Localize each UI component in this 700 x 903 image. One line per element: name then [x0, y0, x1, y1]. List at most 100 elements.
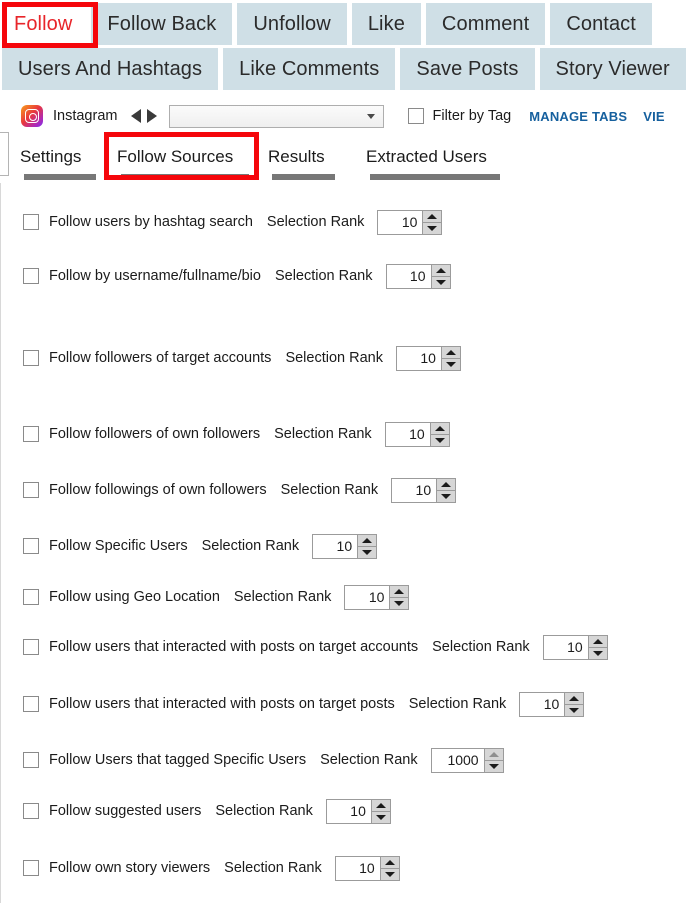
selection-rank-stepper[interactable]: 10: [395, 345, 461, 371]
source-checkbox[interactable]: [23, 538, 39, 554]
stepper-buttons: [422, 210, 442, 234]
stepper-buttons: [379, 856, 399, 880]
stepper-increment-button[interactable]: [371, 800, 390, 812]
arrow-up-icon: [427, 213, 438, 219]
sub-tab-extracted-users[interactable]: Extracted Users: [366, 137, 487, 177]
account-nav-arrows: [131, 109, 158, 123]
selection-rank-stepper[interactable]: 10: [344, 584, 410, 610]
selection-rank-label: Selection Rank: [266, 214, 365, 230]
stepper-buttons: [430, 264, 450, 288]
stepper-increment-button[interactable]: [390, 586, 409, 598]
source-checkbox[interactable]: [23, 426, 39, 442]
selection-rank-label: Selection Rank: [408, 696, 507, 712]
stepper-decrement-button[interactable]: [431, 435, 449, 446]
stepper-decrement-button[interactable]: [437, 491, 455, 502]
selection-rank-value[interactable]: 10: [326, 799, 371, 823]
selection-rank-stepper[interactable]: 10: [384, 421, 450, 447]
stepper-increment-button[interactable]: [423, 211, 442, 223]
selection-rank-stepper[interactable]: 10: [325, 798, 391, 824]
selection-rank-value[interactable]: 10: [543, 635, 588, 659]
filter-by-tag-checkbox[interactable]: [408, 108, 425, 124]
source-row: Follow users that interacted with posts …: [23, 690, 585, 718]
selection-rank-value[interactable]: 10: [335, 856, 380, 880]
selection-rank-stepper[interactable]: 10: [377, 209, 443, 235]
arrow-up-icon: [394, 588, 405, 594]
source-row: Follow using Geo Location Selection Rank 1…: [23, 583, 410, 611]
app-tab-follow[interactable]: Follow: [0, 3, 87, 45]
sub-tab-follow-sources[interactable]: Follow Sources: [117, 137, 233, 177]
stepper-decrement-button[interactable]: [358, 547, 376, 558]
stepper-decrement-button[interactable]: [442, 359, 460, 370]
manage-tabs-button[interactable]: MANAGE TABS: [529, 109, 627, 124]
stepper-increment-button[interactable]: [484, 749, 503, 761]
app-tab-save-posts[interactable]: Save Posts: [400, 48, 535, 90]
selection-rank-stepper[interactable]: 1000: [430, 747, 504, 773]
triangle-left-icon[interactable]: [131, 109, 142, 123]
app-tab-like-comments[interactable]: Like Comments: [223, 48, 396, 90]
stepper-increment-button[interactable]: [441, 347, 460, 359]
triangle-right-icon[interactable]: [147, 109, 158, 123]
app-tab-label: Like Comments: [239, 58, 380, 80]
source-label: Follow users that interacted with posts …: [49, 696, 395, 712]
source-row: Follow followings of own followers Select…: [23, 476, 457, 504]
source-label: Follow own story viewers: [49, 860, 211, 876]
selection-rank-stepper[interactable]: 10: [542, 634, 608, 660]
stepper-increment-button[interactable]: [380, 857, 399, 869]
selection-rank-value[interactable]: 10: [396, 346, 441, 370]
selection-rank-stepper[interactable]: 10: [312, 533, 378, 559]
selection-rank-value[interactable]: 10: [385, 422, 430, 446]
app-tab-story-viewer[interactable]: Story Viewer: [539, 48, 686, 90]
selection-rank-stepper[interactable]: 10: [385, 263, 451, 289]
stepper-increment-button[interactable]: [588, 636, 607, 648]
stepper-decrement-button[interactable]: [372, 812, 390, 823]
source-checkbox[interactable]: [23, 752, 39, 768]
stepper-increment-button[interactable]: [358, 535, 377, 547]
selection-rank-value[interactable]: 10: [392, 478, 437, 502]
sub-tab-results[interactable]: Results: [268, 137, 325, 177]
app-tab-follow-back[interactable]: Follow Back: [91, 3, 233, 45]
selection-rank-value[interactable]: 10: [378, 210, 423, 234]
source-checkbox[interactable]: [23, 860, 39, 876]
selection-rank-stepper[interactable]: 10: [391, 477, 457, 503]
source-checkbox[interactable]: [23, 589, 39, 605]
stepper-decrement-button[interactable]: [589, 648, 607, 659]
app-tab-unfollow[interactable]: Unfollow: [237, 3, 347, 45]
source-checkbox[interactable]: [23, 214, 39, 230]
app-tab-comment[interactable]: Comment: [425, 3, 546, 45]
stepper-decrement-button[interactable]: [390, 598, 408, 609]
sub-tab-underline: [370, 174, 500, 180]
selection-rank-stepper[interactable]: 10: [334, 855, 400, 881]
account-select[interactable]: [169, 104, 385, 128]
stepper-decrement-button[interactable]: [565, 705, 583, 716]
app-tab-row-2: Users And Hashtags Like Comments Save Post…: [0, 45, 700, 90]
selection-rank-stepper[interactable]: 10: [519, 691, 585, 717]
app-tab-like[interactable]: Like: [351, 3, 421, 45]
stepper-decrement-button[interactable]: [485, 761, 503, 772]
source-label: Follow by username/fullname/bio: [49, 268, 261, 284]
source-checkbox[interactable]: [23, 268, 39, 284]
app-tab-contact[interactable]: Contact: [550, 3, 652, 45]
source-checkbox[interactable]: [23, 482, 39, 498]
filter-by-tag-control[interactable]: Filter by Tag: [408, 108, 511, 124]
selection-rank-value[interactable]: 10: [386, 264, 431, 288]
view-button[interactable]: VIE: [643, 109, 665, 124]
selection-rank-value[interactable]: 10: [313, 534, 358, 558]
selection-rank-value[interactable]: 1000: [431, 748, 484, 772]
stepper-increment-button[interactable]: [431, 265, 450, 277]
selection-rank-value[interactable]: 10: [520, 692, 565, 716]
sub-tab-settings[interactable]: Settings: [20, 137, 81, 177]
app-tab-users-and-hashtags[interactable]: Users And Hashtags: [2, 48, 219, 90]
source-checkbox[interactable]: [23, 350, 39, 366]
source-checkbox[interactable]: [23, 696, 39, 712]
source-label: Follow using Geo Location: [49, 589, 220, 605]
stepper-decrement-button[interactable]: [432, 277, 450, 288]
stepper-increment-button[interactable]: [430, 423, 449, 435]
selection-rank-value[interactable]: 10: [345, 585, 390, 609]
source-checkbox[interactable]: [23, 803, 39, 819]
stepper-decrement-button[interactable]: [381, 869, 399, 880]
stepper-increment-button[interactable]: [565, 693, 584, 705]
app-tab-label: Comment: [441, 13, 530, 35]
stepper-increment-button[interactable]: [437, 479, 456, 491]
stepper-decrement-button[interactable]: [423, 223, 441, 234]
source-checkbox[interactable]: [23, 639, 39, 655]
